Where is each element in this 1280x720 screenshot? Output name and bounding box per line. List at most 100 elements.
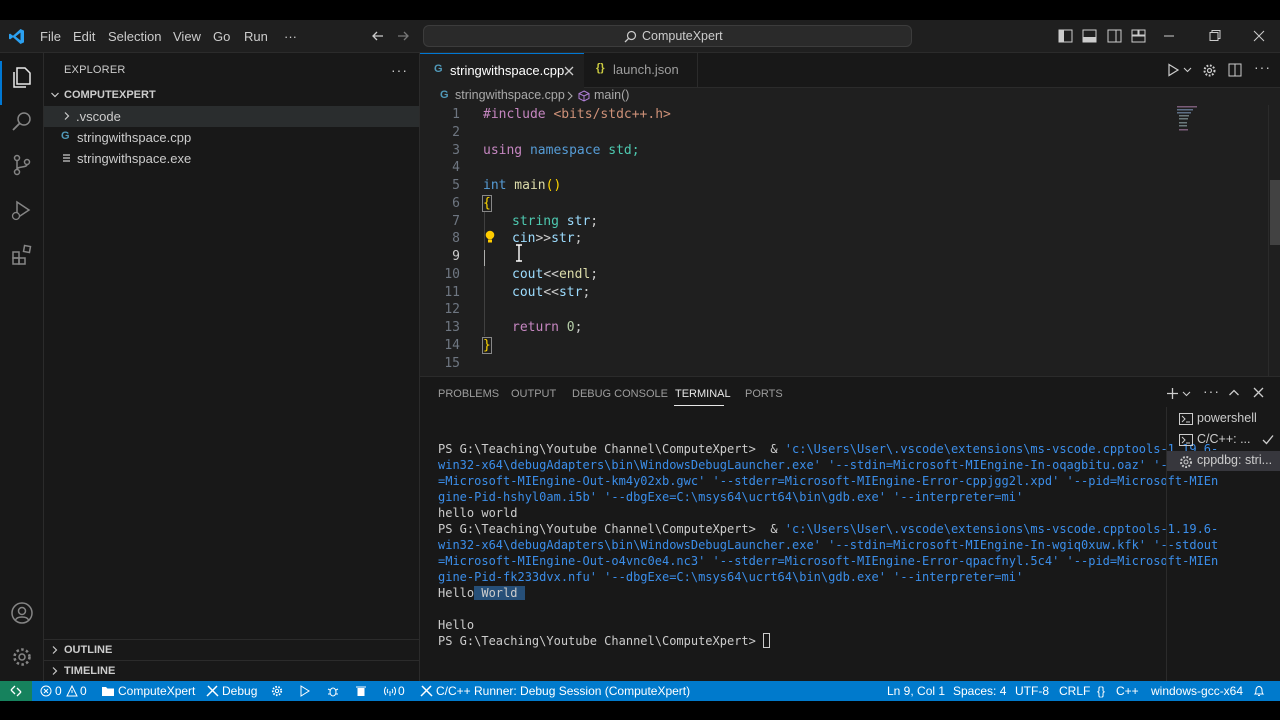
tab-output[interactable]: OUTPUT: [511, 388, 556, 400]
new-terminal-plus-icon[interactable]: [1166, 387, 1179, 400]
menu-more[interactable]: ···: [284, 29, 297, 44]
tab-stringwithspace-cpp[interactable]: G stringwithspace.cpp: [420, 53, 584, 88]
toggle-panel-icon[interactable]: [1082, 29, 1097, 43]
manage-gear-icon[interactable]: [10, 645, 34, 669]
line-number: 5: [452, 178, 460, 193]
cpp-file-icon: G: [61, 130, 70, 142]
code-line-5: int main(): [483, 178, 561, 193]
lightbulb-icon[interactable]: [484, 230, 496, 244]
compiler-config[interactable]: windows-gcc-x64: [1151, 684, 1243, 698]
token: str: [551, 231, 575, 246]
menu-view[interactable]: View: [173, 29, 201, 44]
toggle-secondary-sidebar-icon[interactable]: [1107, 29, 1122, 43]
tab-debug-console[interactable]: DEBUG CONSOLE: [572, 388, 668, 400]
runner-tools-icon: [420, 685, 433, 697]
remote-icon: [10, 685, 22, 697]
close-panel-icon[interactable]: [1253, 387, 1264, 398]
tab-launch-json[interactable]: {} launch.json: [584, 53, 698, 88]
outline-section[interactable]: OUTLINE: [44, 639, 419, 660]
restore-icon[interactable]: [1209, 29, 1221, 43]
run-play-icon[interactable]: [299, 685, 311, 697]
minimize-icon[interactable]: [1163, 29, 1175, 43]
panel-more-actions[interactable]: ···: [1203, 383, 1220, 399]
sidebar-more-actions[interactable]: ···: [391, 62, 408, 78]
timeline-section[interactable]: TIMELINE: [44, 660, 419, 681]
explorer-sidebar: EXPLORER ··· COMPUTEXPERT .vscode G stri…: [44, 53, 420, 681]
error-count[interactable]: 0: [55, 684, 62, 698]
line-endings[interactable]: CRLF: [1059, 684, 1090, 698]
title-bar: File Edit Selection View Go Run ··· Comp…: [0, 20, 1280, 53]
source-control-icon[interactable]: [10, 153, 34, 177]
token: (): [545, 178, 562, 193]
folder-root[interactable]: COMPUTEXPERT: [44, 85, 419, 106]
terminal-item-powershell[interactable]: powershell: [1167, 409, 1280, 429]
split-editor-icon[interactable]: [1228, 63, 1242, 77]
menu-go[interactable]: Go: [213, 29, 230, 44]
tab-problems[interactable]: PROBLEMS: [438, 388, 499, 400]
maximize-panel-chevron-up-icon[interactable]: [1228, 387, 1240, 399]
prompt-text: PS G:\Teaching\Youtube Channel\ComputeXp…: [438, 634, 764, 648]
command-text: 'c:\Users\User\.vscode\extensions\ms-vsc…: [784, 522, 1219, 536]
token: <bits/stdc++.h>: [545, 107, 671, 122]
terminal-cursor: [763, 633, 771, 648]
accounts-icon[interactable]: [10, 601, 34, 625]
terminal-item-cpp-task[interactable]: C/C++: ...: [1167, 430, 1280, 450]
line-number: 8: [452, 231, 460, 246]
customize-layout-icon[interactable]: [1131, 29, 1146, 43]
breadcrumb-symbol[interactable]: main(): [594, 88, 629, 102]
terminal-item-cppdbg[interactable]: cppdbg: stri...: [1167, 451, 1280, 471]
settings-gear-icon[interactable]: [1202, 63, 1217, 78]
warning-count[interactable]: 0: [80, 684, 87, 698]
command-center-search[interactable]: ComputeXpert: [423, 25, 912, 47]
build-config[interactable]: Debug: [222, 684, 257, 698]
vscode-logo-icon: [8, 28, 25, 45]
run-file-icon[interactable]: [1167, 63, 1180, 77]
breadcrumb-file[interactable]: stringwithspace.cpp: [455, 88, 565, 102]
debug-bug-icon[interactable]: [327, 685, 339, 697]
terminal-item-label: powershell: [1197, 411, 1257, 425]
search-view-icon[interactable]: [10, 109, 34, 133]
editor-scrollbar[interactable]: [1268, 105, 1280, 376]
settings-gear-icon[interactable]: [271, 685, 283, 697]
editor-more-actions[interactable]: ···: [1254, 59, 1271, 75]
scrollbar-thumb[interactable]: [1270, 180, 1280, 245]
cpp-runner-status[interactable]: C/C++ Runner: Debug Session (ComputeXper…: [436, 684, 690, 698]
minimap[interactable]: [1177, 105, 1257, 165]
cursor-position[interactable]: Ln 9, Col 1: [887, 684, 945, 698]
run-debug-icon[interactable]: [10, 198, 34, 222]
function-symbol-icon: [578, 90, 590, 102]
debug-gear-icon: [1179, 455, 1193, 469]
remote-indicator[interactable]: [0, 681, 32, 701]
tab-ports[interactable]: PORTS: [745, 388, 783, 400]
nav-forward-icon[interactable]: [396, 29, 410, 43]
tree-item-cpp[interactable]: G stringwithspace.cpp: [44, 127, 419, 148]
tab-terminal[interactable]: TERMINAL: [675, 388, 731, 400]
tree-item-vscode[interactable]: .vscode: [44, 106, 419, 127]
menu-file[interactable]: File: [40, 29, 61, 44]
terminal-line: win32-x64\debugAdapters\bin\WindowsDebug…: [438, 538, 1219, 552]
project-name[interactable]: ComputeXpert: [118, 684, 195, 698]
toggle-primary-sidebar-icon[interactable]: [1058, 29, 1073, 43]
indentation[interactable]: Spaces: 4: [953, 684, 1006, 698]
ports-count[interactable]: 0: [398, 684, 405, 698]
trash-icon[interactable]: [355, 685, 367, 697]
explorer-icon[interactable]: [10, 65, 34, 89]
terminal-line: win32-x64\debugAdapters\bin\WindowsDebug…: [438, 458, 1219, 472]
extensions-icon[interactable]: [10, 243, 34, 267]
menu-run[interactable]: Run: [244, 29, 268, 44]
line-number: 13: [444, 320, 460, 335]
menu-edit[interactable]: Edit: [73, 29, 95, 44]
nav-back-icon[interactable]: [371, 29, 385, 43]
close-tab-icon[interactable]: [564, 66, 574, 76]
notifications-bell-icon[interactable]: [1253, 685, 1265, 697]
run-options-chevron-down-icon[interactable]: [1183, 66, 1192, 74]
file-encoding[interactable]: UTF-8: [1015, 684, 1049, 698]
menu-selection[interactable]: Selection: [108, 29, 161, 44]
terminal-profiles-chevron-down-icon[interactable]: [1182, 390, 1191, 398]
language-mode[interactable]: C++: [1116, 684, 1139, 698]
code-editor[interactable]: 1 2 3 4 5 6 7 8 9 10 11 12 13 14 15 #inc…: [420, 105, 1280, 376]
activity-active-indicator: [0, 61, 2, 105]
tree-item-exe[interactable]: stringwithspace.exe: [44, 148, 419, 169]
token: 0: [558, 320, 575, 335]
close-window-icon[interactable]: [1253, 29, 1265, 43]
